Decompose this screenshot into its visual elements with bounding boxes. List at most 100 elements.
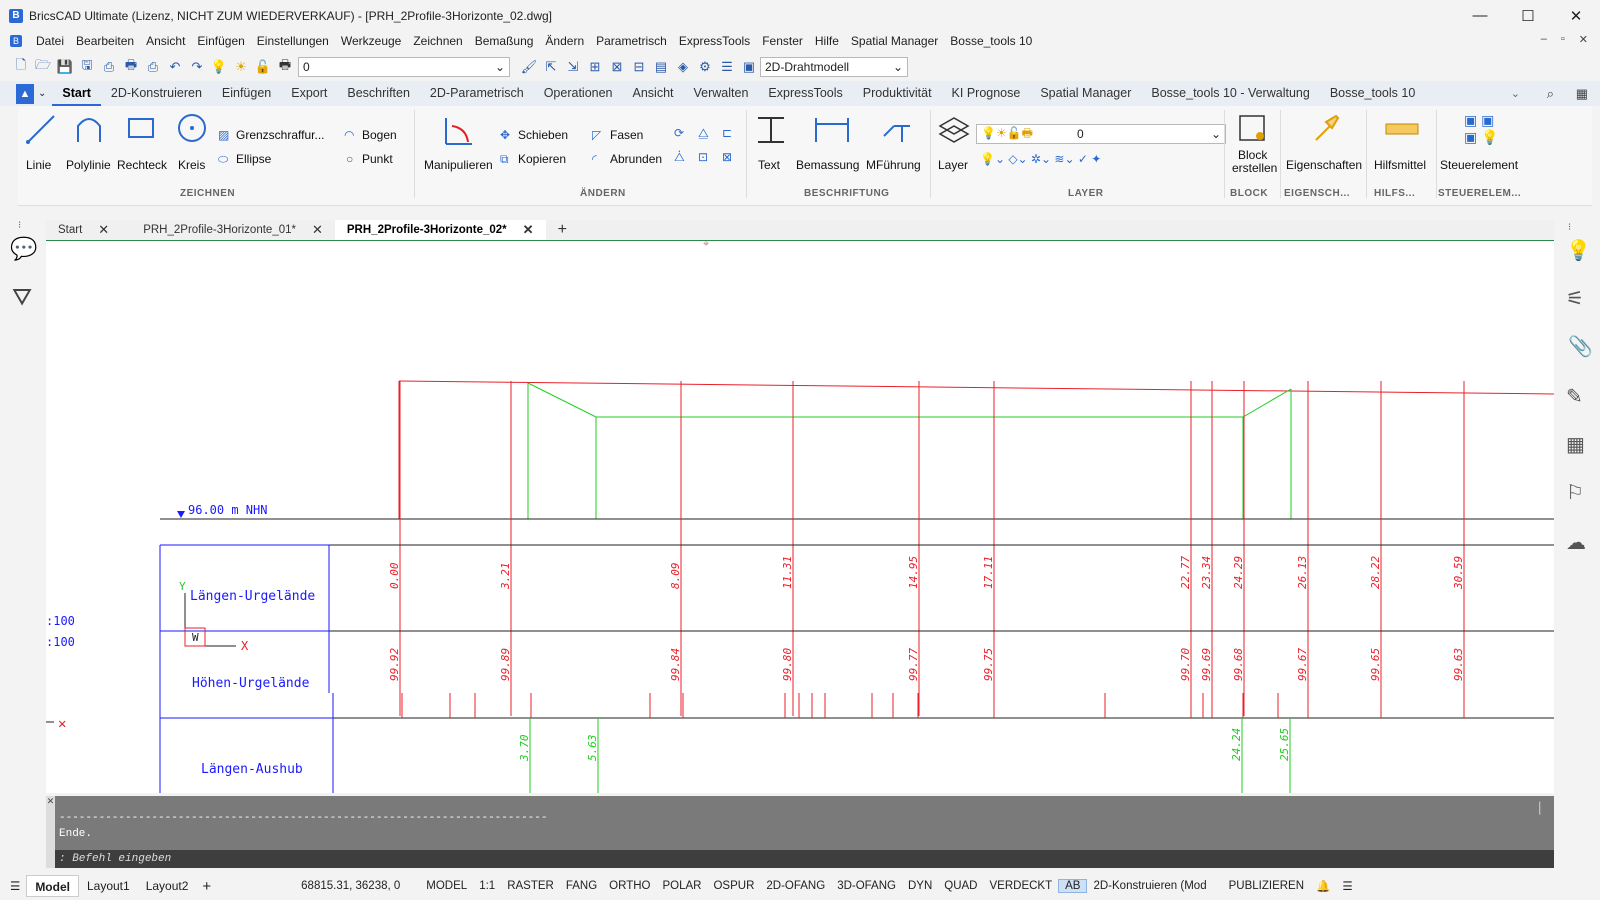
layer-dropdown[interactable]: 0 ⌄ bbox=[298, 57, 510, 77]
menu-bosse-tools[interactable]: Bosse_tools 10 bbox=[944, 34, 1038, 48]
panel-grip-icon[interactable]: ⁝ bbox=[18, 220, 21, 231]
properties-icon[interactable]: ▤ bbox=[652, 58, 670, 76]
ribbon-minimize-icon[interactable]: ⌄ bbox=[1511, 87, 1520, 100]
offset-icon[interactable]: ⊏ bbox=[722, 126, 732, 140]
tab-ki-prognose[interactable]: KI Prognose bbox=[942, 81, 1031, 106]
tab-produktivitaet[interactable]: Produktivität bbox=[853, 81, 942, 106]
draw-order-icon[interactable]: ◈ bbox=[674, 58, 692, 76]
properties-sliders-icon[interactable]: ⚟ bbox=[1566, 286, 1584, 311]
tab-2d-parametrisch[interactable]: 2D-Parametrisch bbox=[420, 81, 534, 106]
menu-hilfe[interactable]: Hilfe bbox=[809, 34, 845, 48]
hatch-icon[interactable]: ▨ bbox=[218, 128, 229, 142]
status-2d-ofang[interactable]: 2D-OFANG bbox=[760, 880, 831, 892]
dimension-icon[interactable] bbox=[812, 112, 852, 146]
menu-zeichnen[interactable]: Zeichnen bbox=[407, 34, 468, 48]
line-tool-icon[interactable] bbox=[24, 112, 58, 146]
status-dyn[interactable]: DYN bbox=[902, 880, 938, 892]
layout-tab-model[interactable]: Model bbox=[26, 875, 79, 897]
kopieren-button[interactable]: Kopieren bbox=[518, 152, 566, 166]
steuerelement-button[interactable]: Steuerelement bbox=[1440, 158, 1518, 172]
doc-tab-profile-02[interactable]: PRH_2Profile-3Horizonte_02* ✕ bbox=[334, 220, 546, 240]
doc-tab-profile-01[interactable]: PRH_2Profile-3Horizonte_01* ✕ bbox=[121, 220, 335, 240]
tab-bosse-verwaltung[interactable]: Bosse_tools 10 - Verwaltung bbox=[1141, 81, 1319, 106]
text-button[interactable]: Text bbox=[758, 158, 780, 172]
sliders-icon[interactable]: ☰ bbox=[718, 58, 736, 76]
tab-2d-konstruieren[interactable]: 2D-Konstruieren bbox=[101, 81, 212, 106]
deselect-icon[interactable]: ⊠ bbox=[608, 58, 626, 76]
cmd-scrollbar[interactable]: ▏ bbox=[1539, 802, 1546, 816]
redo-icon[interactable]: ↷ bbox=[188, 58, 206, 76]
tab-ansicht[interactable]: Ansicht bbox=[623, 81, 684, 106]
menu-datei[interactable]: Datei bbox=[30, 34, 70, 48]
leader-icon[interactable] bbox=[880, 112, 914, 146]
status-3d-ofang[interactable]: 3D-OFANG bbox=[831, 880, 902, 892]
lightbulb-icon[interactable]: 💡 bbox=[210, 58, 228, 76]
menu-einfuegen[interactable]: Einfügen bbox=[191, 34, 250, 48]
paperclip-icon[interactable]: 📎 bbox=[1568, 334, 1593, 359]
new-tab-plus-icon[interactable]: + bbox=[546, 220, 579, 240]
doc-tab-start[interactable]: Start ✕ bbox=[46, 220, 121, 240]
rechteck-button[interactable]: Rechteck bbox=[117, 158, 167, 172]
bogen-button[interactable]: Bogen bbox=[362, 128, 397, 142]
menu-fenster[interactable]: Fenster bbox=[756, 34, 809, 48]
print-preview-icon[interactable]: ⎙ bbox=[100, 58, 118, 76]
ai-chat-icon[interactable]: 💬 bbox=[10, 236, 37, 262]
layer-button[interactable]: Layer bbox=[938, 158, 968, 172]
new-file-icon[interactable]: 🗋 bbox=[12, 57, 30, 76]
polylinie-button[interactable]: Polylinie bbox=[66, 158, 111, 172]
drawing-canvas[interactable]: 96.00 m NHN Längen-Urgelände Höhen-Urgelän… bbox=[46, 240, 1554, 793]
notification-bell-icon[interactable]: 🔔 bbox=[1310, 879, 1336, 893]
status-workspace[interactable]: 2D-Konstruieren (Mod bbox=[1087, 880, 1212, 892]
maximize-button[interactable]: ☐ bbox=[1504, 0, 1552, 31]
status-ospur[interactable]: OSPUR bbox=[707, 880, 760, 892]
lightbulb-tips-icon[interactable]: 💡 bbox=[1566, 238, 1591, 263]
ellipse-icon[interactable]: ⬭ bbox=[218, 152, 228, 167]
open-file-icon[interactable]: 🗁 bbox=[34, 57, 52, 76]
polyline-tool-icon[interactable] bbox=[72, 112, 106, 146]
match-props-icon[interactable]: 🖌 bbox=[520, 58, 538, 76]
status-verdeckt[interactable]: VERDECKT bbox=[984, 880, 1059, 892]
chevron-down-icon[interactable]: ⌄ bbox=[38, 88, 46, 99]
doc-close-button[interactable]: ✕ bbox=[1579, 33, 1588, 46]
tab-operationen[interactable]: Operationen bbox=[534, 81, 623, 106]
arc-icon[interactable]: ◠ bbox=[344, 128, 354, 142]
menu-ansicht[interactable]: Ansicht bbox=[140, 34, 191, 48]
status-menu-icon[interactable]: ☰ bbox=[0, 879, 26, 893]
status-quad[interactable]: QUAD bbox=[938, 880, 983, 892]
tab-verwalten[interactable]: Verwalten bbox=[684, 81, 759, 106]
print-icon[interactable]: 🖶 bbox=[122, 57, 140, 76]
eigenschaften-button[interactable]: Eigenschaften bbox=[1286, 158, 1362, 172]
menu-parametrisch[interactable]: Parametrisch bbox=[590, 34, 673, 48]
menu-einstellungen[interactable]: Einstellungen bbox=[251, 34, 335, 48]
mfuehrung-button[interactable]: MFührung bbox=[866, 158, 921, 172]
cloud-upload-icon[interactable]: ☁ bbox=[1566, 530, 1586, 555]
calculator-icon[interactable]: ▦ bbox=[1576, 86, 1588, 102]
panel-grip-icon[interactable]: ⁝ bbox=[1568, 222, 1571, 233]
manipulate-icon[interactable] bbox=[442, 114, 476, 148]
grenzschraffur-button[interactable]: Grenzschraffur... bbox=[236, 128, 324, 142]
stretch-icon[interactable]: ⊠ bbox=[722, 150, 732, 164]
doc-minimize-button[interactable]: – bbox=[1541, 33, 1547, 46]
rotate-icon[interactable]: ⟳ bbox=[674, 126, 684, 140]
block-button-line1[interactable]: Block bbox=[1238, 148, 1267, 162]
plot-icon[interactable]: ⎙ bbox=[144, 58, 162, 76]
tab-bosse-tools[interactable]: Bosse_tools 10 bbox=[1320, 81, 1425, 106]
close-button[interactable]: ✕ bbox=[1552, 0, 1600, 31]
control-grid-icon[interactable]: ▣ ▣ ▣ 💡 bbox=[1464, 112, 1499, 146]
rectangle-tool-icon[interactable] bbox=[126, 114, 156, 142]
fasen-button[interactable]: Fasen bbox=[610, 128, 643, 142]
mirror-icon[interactable]: ⧋ bbox=[698, 126, 709, 141]
close-icon[interactable]: ✕ bbox=[523, 222, 534, 238]
select-similar-icon[interactable]: ⇲ bbox=[564, 58, 582, 76]
layer-stack-icon[interactable] bbox=[936, 112, 972, 146]
close-icon[interactable]: ✕ bbox=[98, 222, 109, 238]
move-icon[interactable]: ✥ bbox=[500, 128, 510, 142]
block-button-line2[interactable]: erstellen bbox=[1232, 161, 1277, 175]
circle-tool-icon[interactable] bbox=[176, 112, 210, 146]
status-fang[interactable]: FANG bbox=[560, 880, 603, 892]
status-polar[interactable]: POLAR bbox=[656, 880, 707, 892]
doc-restore-button[interactable]: ▫ bbox=[1561, 33, 1565, 46]
menu-bemassung[interactable]: Bemaßung bbox=[469, 34, 540, 48]
filter-icon[interactable]: ⛛ bbox=[12, 284, 32, 312]
status-ab[interactable]: AB bbox=[1058, 879, 1088, 893]
